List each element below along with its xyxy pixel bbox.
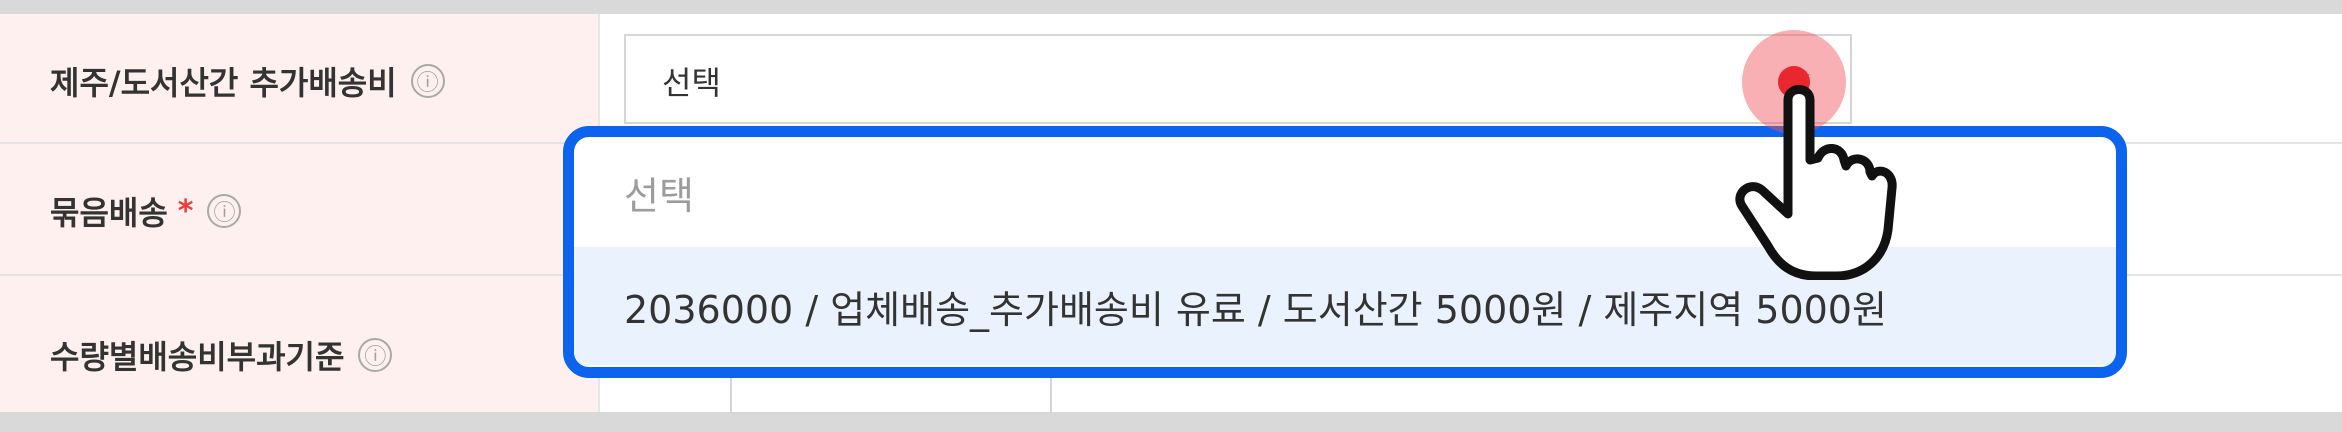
row-label-text: 묶음배송 — [50, 194, 168, 232]
info-icon[interactable]: ⓘ — [410, 64, 445, 98]
info-icon[interactable]: ⓘ — [358, 338, 393, 372]
row-label-text: 수량별배송비부과기준 — [50, 338, 345, 376]
bundle-shipping-label: 묶음배송 * ⓘ — [50, 188, 242, 234]
row-label-text: 제주/도서산간 추가배송비 — [50, 64, 397, 102]
select-value: 선택 — [662, 64, 721, 102]
quantity-shipping-criteria-label: 수량별배송비부과기준 ⓘ — [50, 332, 393, 378]
info-icon[interactable]: ⓘ — [207, 194, 242, 228]
pointer-hand-icon — [1735, 85, 1897, 280]
jeju-island-fee-label: 제주/도서산간 추가배송비 ⓘ — [50, 58, 445, 104]
required-mark: * — [177, 193, 194, 229]
jeju-fee-select[interactable]: 선택 — [624, 34, 1852, 124]
